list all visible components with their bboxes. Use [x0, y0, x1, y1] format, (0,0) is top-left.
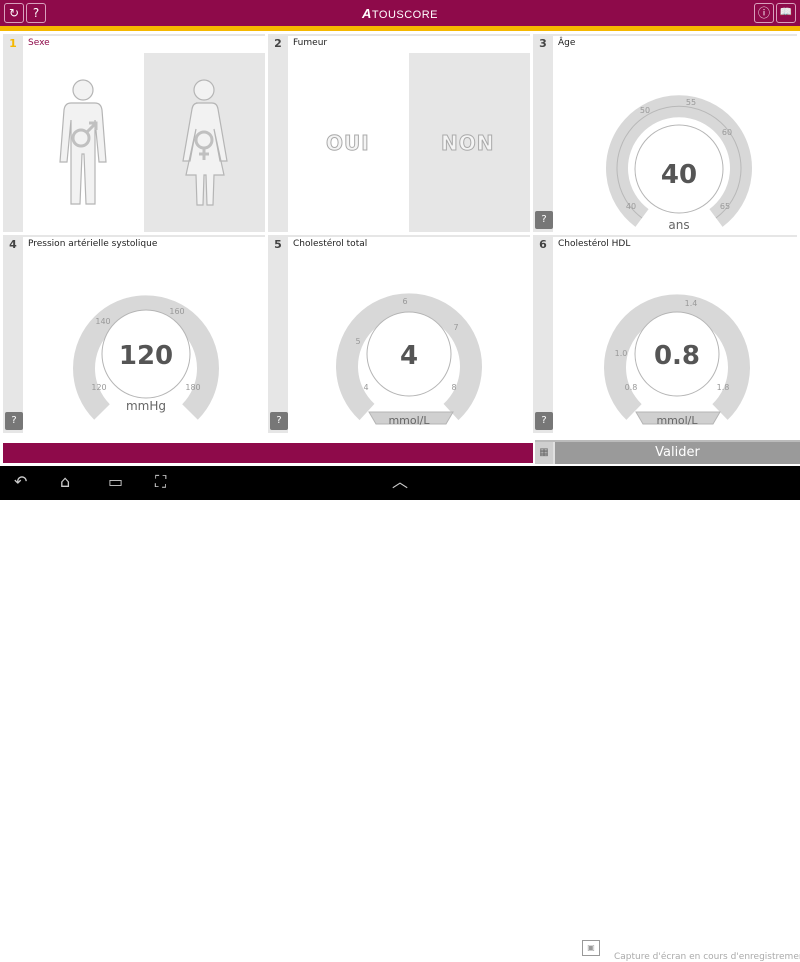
age-tick-label: 55: [686, 98, 696, 107]
hdl-cholesterol-dial[interactable]: 0.8 mmol/L 0.8 1.0 1.4 1.8: [553, 254, 797, 433]
help-button[interactable]: ?: [535, 211, 553, 229]
smoker-no-label: NON: [440, 131, 495, 156]
help-button[interactable]: ?: [5, 412, 23, 430]
age-tick-label: 65: [720, 202, 730, 211]
bp-tick-label: 120: [91, 383, 106, 392]
male-icon: [59, 79, 107, 205]
smoker-yes-label: OUI: [326, 131, 370, 156]
panel-number: 1: [3, 34, 23, 53]
panel-number: 2: [268, 34, 288, 53]
notification-title[interactable]: Enregistrement capture d'écran...: [614, 937, 800, 951]
calculator-icon: ▦: [535, 442, 553, 464]
hdl-tick-label: 1.8: [717, 383, 730, 392]
hdl-tick-label: 0.8: [625, 383, 638, 392]
system-navbar: ↶ ⌂ ▭ ⛶ ︿ ▣ Enregistrement capture d'écr…: [0, 466, 800, 962]
bp-tick-label: 140: [95, 317, 110, 326]
panel-number: 5: [268, 235, 288, 254]
total-cholesterol-unit: mmol/L: [388, 414, 430, 427]
header-stripe: [0, 26, 800, 31]
smoker-yes-option[interactable]: OUI: [288, 53, 409, 232]
bottom-bar: [3, 443, 533, 463]
notification-subtitle: Capture d'écran en cours d'enregistremen…: [614, 952, 800, 962]
hdl-tick-label: 1.0: [615, 349, 628, 358]
validate-area: ▦ Valider: [535, 440, 800, 464]
chevron-up-icon[interactable]: ︿: [392, 474, 408, 490]
info-icon[interactable]: ⓘ: [754, 3, 774, 23]
book-icon[interactable]: 📖: [776, 3, 796, 23]
panel-title: Cholestérol total: [288, 237, 530, 254]
chol-tick-label: 5: [355, 337, 360, 346]
hdl-tick-label: 1.4: [685, 299, 698, 308]
panel-title: Âge: [553, 36, 797, 53]
chol-tick-label: 4: [363, 383, 368, 392]
bp-tick-label: 160: [169, 307, 184, 316]
age-value: 40: [661, 160, 697, 190]
chol-tick-label: 6: [402, 297, 407, 306]
back-icon[interactable]: ↶: [14, 474, 27, 490]
chol-tick-label: 7: [453, 323, 458, 332]
panel-title: Fumeur: [288, 36, 530, 53]
female-option[interactable]: [144, 53, 265, 232]
image-icon: ▣: [582, 940, 600, 956]
smoker-no-option[interactable]: NON: [409, 53, 530, 232]
app-header: ↻ ? ATOUSCORE ⓘ 📖: [0, 0, 800, 26]
age-tick-label: 50: [640, 106, 650, 115]
help-button[interactable]: ?: [270, 412, 288, 430]
total-cholesterol-dial[interactable]: 4 mmol/L 4 5 6 7 8: [288, 254, 530, 433]
bp-tick-label: 180: [185, 383, 200, 392]
blood-pressure-dial[interactable]: 120 mmHg 120 140 160 180: [23, 254, 265, 433]
age-tick-label: 60: [722, 128, 732, 137]
panel-title: Pression artérielle systolique: [23, 237, 265, 254]
validate-button[interactable]: Valider: [555, 442, 800, 464]
panel-number: 3: [533, 34, 553, 53]
panel-total-cholesterol: 5 Cholestérol total 4 mmol/L 4 5 6 7 8 ?: [268, 235, 530, 433]
age-unit: ans: [668, 218, 689, 232]
panel-age: 3 Âge 40 ans 40 50 55 60 65 ?: [533, 34, 797, 232]
hdl-cholesterol-unit: mmol/L: [656, 414, 698, 427]
panel-blood-pressure: 4 Pression artérielle systolique 120 mmH…: [3, 235, 265, 433]
recent-apps-icon[interactable]: ▭: [108, 474, 123, 490]
panel-hdl-cholesterol: 6 Cholestérol HDL 0.8 mmol/L 0.8 1.0 1.4…: [533, 235, 797, 433]
panel-number: 4: [3, 235, 23, 254]
help-button[interactable]: ?: [535, 412, 553, 430]
chol-tick-label: 8: [451, 383, 456, 392]
blood-pressure-value: 120: [119, 341, 173, 371]
female-icon: [182, 79, 228, 206]
app-logo: ATOUSCORE: [361, 6, 439, 21]
panel-fumeur: 2 Fumeur OUI NON: [268, 34, 530, 232]
age-dial[interactable]: 40 ans 40 50 55 60 65: [553, 53, 797, 232]
home-icon[interactable]: ⌂: [60, 474, 70, 490]
male-option[interactable]: [23, 53, 144, 232]
panel-number: 6: [533, 235, 553, 254]
panel-title: Cholestérol HDL: [553, 237, 797, 254]
total-cholesterol-value: 4: [400, 341, 418, 371]
panel-sexe: 1 Sexe: [3, 34, 265, 232]
screenshot-icon[interactable]: ⛶: [155, 474, 166, 490]
panel-title: Sexe: [23, 36, 265, 53]
blood-pressure-unit: mmHg: [126, 399, 166, 413]
hdl-cholesterol-value: 0.8: [654, 341, 700, 371]
age-tick-label: 40: [626, 202, 636, 211]
